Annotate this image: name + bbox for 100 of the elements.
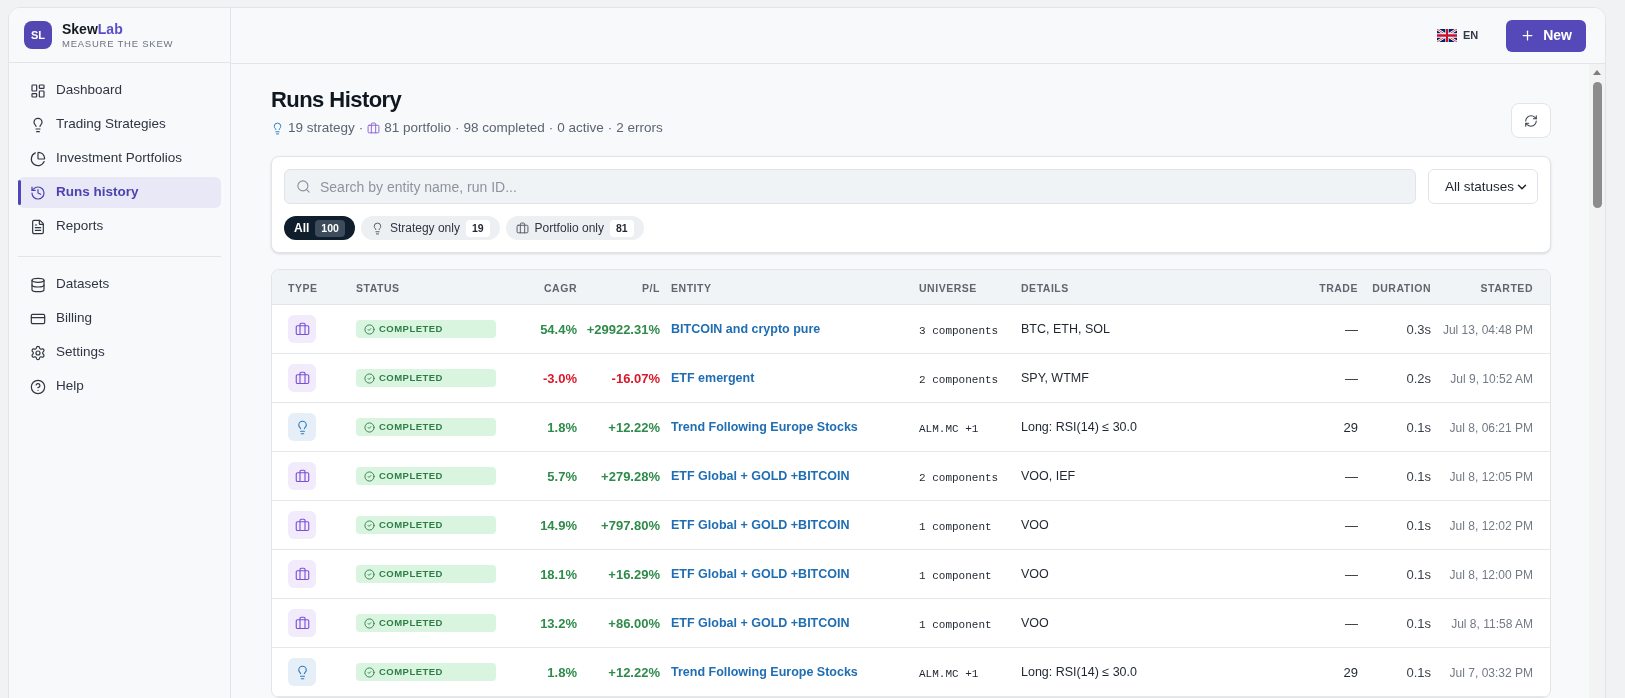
briefcase-icon xyxy=(288,462,316,491)
count-badge: 81 xyxy=(610,219,634,237)
table-cell: 29 xyxy=(1343,419,1358,435)
table-cell: Jul 8, 06:21 PM xyxy=(1449,420,1533,435)
status-label: COMPLETED xyxy=(379,420,443,435)
table-cell: Jul 8, 11:58 AM xyxy=(1451,616,1533,631)
status-select[interactable]: All statuses xyxy=(1428,169,1538,205)
briefcase-icon xyxy=(288,511,316,540)
table-cell: 1.8% xyxy=(547,419,577,435)
filter-chip[interactable]: All 100 xyxy=(284,216,355,241)
table-cell: 2 components xyxy=(919,373,999,386)
status-label: COMPLETED xyxy=(379,665,443,680)
table-cell: VOO xyxy=(1021,567,1049,582)
table-cell: — xyxy=(1345,517,1358,533)
table-cell: 0.1s xyxy=(1406,664,1431,680)
flag-icon xyxy=(1436,29,1457,42)
count-badge: 100 xyxy=(315,219,345,237)
check-circle-icon xyxy=(364,421,375,433)
filter-chip[interactable]: Strategy only 19 xyxy=(360,216,500,241)
summary-text: 81 portfolio xyxy=(384,119,452,137)
column-header: TRADE xyxy=(1319,282,1358,295)
table-cell: 3 components xyxy=(919,324,999,337)
scrollbar[interactable] xyxy=(1589,64,1605,698)
entity-link[interactable]: ETF Global + GOLD +BITCOIN xyxy=(671,518,850,533)
nav-item[interactable]: Trading Strategies xyxy=(18,109,221,140)
search-icon xyxy=(296,179,311,195)
table-cell: VOO xyxy=(1021,518,1049,533)
nav-item[interactable]: Reports xyxy=(18,211,221,242)
entity-link[interactable]: ETF Global + GOLD +BITCOIN xyxy=(671,567,850,582)
separator-dot: · xyxy=(548,119,554,137)
check-circle-icon xyxy=(364,568,375,580)
entity-link[interactable]: BITCOIN and crypto pure xyxy=(671,322,821,337)
table-cell: Long: RSI(14) ≤ 30.0 xyxy=(1021,420,1137,435)
briefcase-icon xyxy=(288,364,316,393)
table-cell: — xyxy=(1345,566,1358,582)
table-cell: — xyxy=(1345,615,1358,631)
table-cell: +279.28% xyxy=(601,468,660,484)
entity-link[interactable]: Trend Following Europe Stocks xyxy=(671,420,858,435)
scroll-up-arrow-icon[interactable] xyxy=(1593,70,1601,75)
column-header: STARTED xyxy=(1480,282,1533,295)
brand-tagline: MEASURE THE SKEW xyxy=(62,37,174,50)
nav-item[interactable]: Settings xyxy=(18,337,221,368)
nav-item[interactable]: Billing xyxy=(18,303,221,334)
entity-link[interactable]: ETF Global + GOLD +BITCOIN xyxy=(671,469,850,484)
table-cell: 54.4% xyxy=(540,321,577,337)
table-cell: 1 component xyxy=(919,520,992,533)
table-cell: 13.2% xyxy=(540,615,577,631)
status-label: COMPLETED xyxy=(379,371,443,386)
table-cell: +86.00% xyxy=(608,615,660,631)
entity-link[interactable]: ETF Global + GOLD +BITCOIN xyxy=(671,616,850,631)
nav-item[interactable]: Help xyxy=(18,371,221,402)
table-cell: +16.29% xyxy=(608,566,660,582)
refresh-button[interactable] xyxy=(1511,103,1551,139)
summary-text: 2 errors xyxy=(616,119,663,137)
table-cell: Jul 13, 04:48 PM xyxy=(1442,322,1533,337)
nav-item[interactable]: Datasets xyxy=(18,269,221,300)
nav-item[interactable]: Dashboard xyxy=(18,75,221,106)
new-button[interactable]: New xyxy=(1506,19,1586,52)
database-icon xyxy=(30,276,46,293)
lightbulb-icon xyxy=(288,658,316,687)
status-label: COMPLETED xyxy=(379,469,443,484)
table-cell: 5.7% xyxy=(547,468,577,484)
briefcase-icon xyxy=(515,221,529,235)
document-icon xyxy=(30,218,46,235)
table-cell: 0.1s xyxy=(1406,615,1431,631)
table-cell: -16.07% xyxy=(611,370,660,386)
entity-link[interactable]: ETF emergent xyxy=(671,371,755,386)
lightbulb-icon xyxy=(30,116,46,133)
table-cell: BTC, ETH, SOL xyxy=(1021,322,1110,337)
table-cell: 0.1s xyxy=(1406,468,1431,484)
status-label: COMPLETED xyxy=(379,567,443,582)
table-cell: 0.1s xyxy=(1406,517,1431,533)
column-header: UNIVERSE xyxy=(919,282,977,295)
nav-item[interactable]: Investment Portfolios xyxy=(18,143,221,174)
scrollbar-thumb[interactable] xyxy=(1592,82,1602,208)
column-header: TYPE xyxy=(288,282,318,295)
count-badge: 19 xyxy=(465,219,490,237)
table-cell: 1 component xyxy=(919,569,992,582)
table-cell: Jul 8, 12:05 PM xyxy=(1449,469,1533,484)
check-circle-icon xyxy=(364,470,375,482)
table-cell: +12.22% xyxy=(608,664,660,680)
search-field[interactable]: Search by entity name, run ID... xyxy=(284,169,1416,205)
page-title: Runs History xyxy=(271,86,403,114)
nav-item[interactable]: Runs history xyxy=(18,177,221,208)
briefcase-icon xyxy=(288,609,316,638)
entity-link[interactable]: Trend Following Europe Stocks xyxy=(671,665,858,680)
language-button[interactable]: EN xyxy=(1436,27,1479,44)
table-cell: — xyxy=(1345,370,1358,386)
table-cell: 0.1s xyxy=(1406,419,1431,435)
brand-name: SkewLab xyxy=(62,20,124,38)
table-cell: ALM.MC +1 xyxy=(919,422,979,435)
separator-dot: · xyxy=(455,119,460,137)
table-cell: Jul 9, 10:52 AM xyxy=(1450,371,1533,386)
lightbulb-icon xyxy=(271,121,284,135)
table-cell: 0.2s xyxy=(1406,370,1431,386)
column-header: P/L xyxy=(642,282,660,295)
table-cell: 0.1s xyxy=(1406,566,1431,582)
column-header: CAGR xyxy=(544,282,577,295)
summary-text: 98 completed xyxy=(463,119,545,137)
filter-chip[interactable]: Portfolio only 81 xyxy=(505,216,644,241)
